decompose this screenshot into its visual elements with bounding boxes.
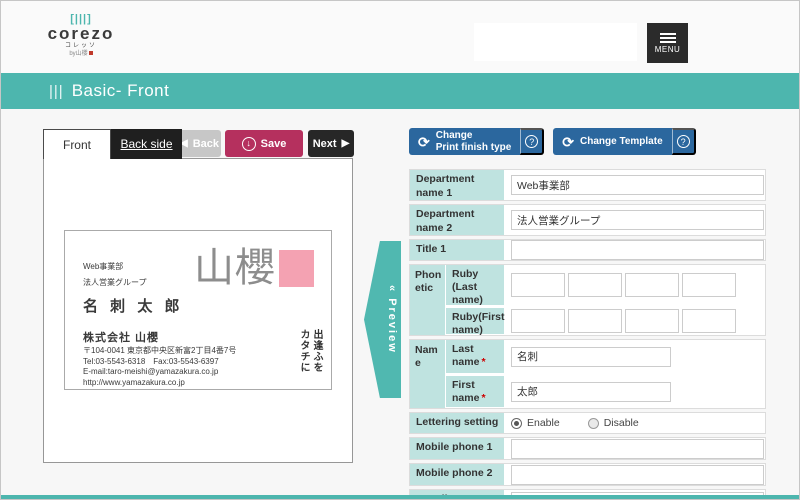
card-department-2: 法人営業グループ (83, 277, 147, 288)
form-row-last-name: Last name* (446, 340, 765, 373)
chevron-left-icon: « (386, 285, 398, 293)
page-title: Basic- Front (72, 81, 170, 101)
ruby-first-input-3[interactable] (625, 309, 679, 333)
form-row-title-1: Title 1 (409, 239, 766, 261)
form-row-mobile-1: Mobile phone 1 (409, 437, 766, 460)
mobile-2-input[interactable] (511, 465, 764, 485)
form-group-phonetic: Phonetic Ruby (Last name) Ruby(First nam… (409, 264, 766, 336)
brand-byline: by山櫻 (41, 50, 121, 58)
header: [|||] corezo コレッソ by山櫻 MENU (1, 1, 799, 73)
field-label: Department name 2 (410, 205, 504, 235)
group-label-phonetic: Phonetic (410, 265, 446, 335)
required-asterisk: * (481, 356, 485, 368)
form-row-department-2: Department name 2 (409, 204, 766, 236)
refresh-icon: ⟳ (418, 135, 430, 149)
lettering-enable-option[interactable]: Enable (511, 417, 560, 429)
ruby-last-input-4[interactable] (682, 273, 736, 297)
card-data-form: Department name 1 Department name 2 Titl… (409, 169, 766, 500)
template-help-button[interactable]: ? (672, 128, 696, 155)
group-label-name: Name (410, 340, 446, 408)
last-name-input[interactable] (511, 347, 671, 367)
form-row-department-1: Department name 1 (409, 169, 766, 201)
field-label: First name* (446, 376, 504, 407)
brand-kana: コレッソ (41, 43, 121, 50)
department-1-input[interactable] (511, 175, 764, 195)
logo-red-square (89, 51, 93, 55)
field-label: Ruby (Last name) (446, 265, 504, 305)
change-print-finish-group: ⟳ ChangePrint finish type ? (409, 128, 544, 155)
card-department-1: Web事業部 (83, 261, 123, 272)
card-person-name: 名 刺 太 郎 (83, 295, 184, 316)
field-label: Department name 1 (410, 170, 504, 200)
field-label: Ruby(First name) (446, 308, 504, 334)
menu-button[interactable]: MENU (647, 23, 688, 63)
action-buttons: ⟳ ChangePrint finish type ? ⟳ Change Tem… (409, 128, 696, 155)
right-triangle-icon: ▶ (342, 139, 350, 149)
ruby-last-input-1[interactable] (511, 273, 565, 297)
mobile-1-input[interactable] (511, 439, 764, 459)
next-button[interactable]: Next ▶ (308, 130, 354, 157)
form-row-mobile-2: Mobile phone 2 (409, 463, 766, 486)
refresh-icon: ⟳ (562, 135, 574, 149)
preview-arrow-button[interactable]: « Preview (364, 241, 401, 398)
form-row-ruby-first: Ruby(First name) (446, 305, 765, 334)
field-label: Lettering setting (410, 413, 504, 433)
title-bars-icon: ||| (49, 83, 64, 100)
card-address: 〒104-0041 東京都中央区新富2丁目4番7号 (83, 345, 236, 356)
department-2-input[interactable] (511, 210, 764, 230)
change-template-group: ⟳ Change Template ? (553, 128, 695, 155)
question-mark-icon: ? (525, 135, 538, 148)
tab-front[interactable]: Front (43, 129, 111, 159)
app-root: [|||] corezo コレッソ by山櫻 MENU ||| Basic- F… (0, 0, 800, 500)
header-blank-box[interactable] (474, 23, 637, 61)
card-url: http://www.yamazakura.co.jp (83, 378, 185, 387)
field-label: Mobile phone 2 (410, 464, 504, 485)
ruby-first-input-2[interactable] (568, 309, 622, 333)
form-row-ruby-last: Ruby (Last name) (446, 265, 765, 305)
download-circle-icon: ↓ (242, 137, 256, 151)
form-row-lettering: Lettering setting Enable Disable (409, 412, 766, 434)
lettering-disable-option[interactable]: Disable (588, 417, 639, 429)
preview-arrow-label: « Preview (386, 285, 398, 354)
ruby-first-input-1[interactable] (511, 309, 565, 333)
card-company-name: 株式会社 山櫻 (83, 329, 159, 345)
ruby-last-input-3[interactable] (625, 273, 679, 297)
change-print-finish-button[interactable]: ⟳ ChangePrint finish type (409, 128, 520, 155)
page-title-bar: ||| Basic- Front (1, 73, 799, 109)
card-vertical-slogan: 出逢ふを カタチに (297, 329, 323, 391)
card-pink-square (279, 250, 314, 287)
save-button[interactable]: ↓ Save (225, 130, 303, 157)
business-card-preview: 山櫻 Web事業部 法人営業グループ 名 刺 太 郎 株式会社 山櫻 〒104-… (64, 230, 332, 390)
ruby-first-input-4[interactable] (682, 309, 736, 333)
title-1-input[interactable] (511, 240, 764, 260)
radio-icon[interactable] (588, 418, 599, 429)
radio-icon[interactable] (511, 418, 522, 429)
bottom-accent-bar (1, 495, 799, 499)
menu-label: MENU (655, 45, 681, 54)
print-finish-help-button[interactable]: ? (520, 128, 544, 155)
form-row-first-name: First name* (446, 373, 765, 407)
field-label: Title 1 (410, 240, 504, 260)
preview-panel: 山櫻 Web事業部 法人営業グループ 名 刺 太 郎 株式会社 山櫻 〒104-… (43, 158, 353, 463)
first-name-input[interactable] (511, 382, 671, 402)
hamburger-icon (660, 33, 676, 43)
question-mark-icon: ? (677, 135, 690, 148)
card-company-logo: 山櫻 (194, 235, 276, 293)
field-label: Last name* (446, 340, 504, 373)
card-email: E-mail:taro-meishi@yamazakura.co.jp (83, 367, 218, 376)
brand-name: corezo (41, 25, 121, 43)
change-template-button[interactable]: ⟳ Change Template (553, 128, 671, 155)
card-tel-fax: Tel:03-5543-6318 Fax:03-5543-6397 (83, 356, 219, 367)
ruby-last-input-2[interactable] (568, 273, 622, 297)
required-asterisk: * (481, 392, 485, 404)
back-button[interactable]: ◀ Back (178, 130, 221, 157)
tab-back-side[interactable]: Back side (111, 129, 182, 159)
form-group-name: Name Last name* First name* (409, 339, 766, 409)
field-label: Mobile phone 1 (410, 438, 504, 459)
brand-logo: [|||] corezo コレッソ by山櫻 (41, 14, 121, 58)
